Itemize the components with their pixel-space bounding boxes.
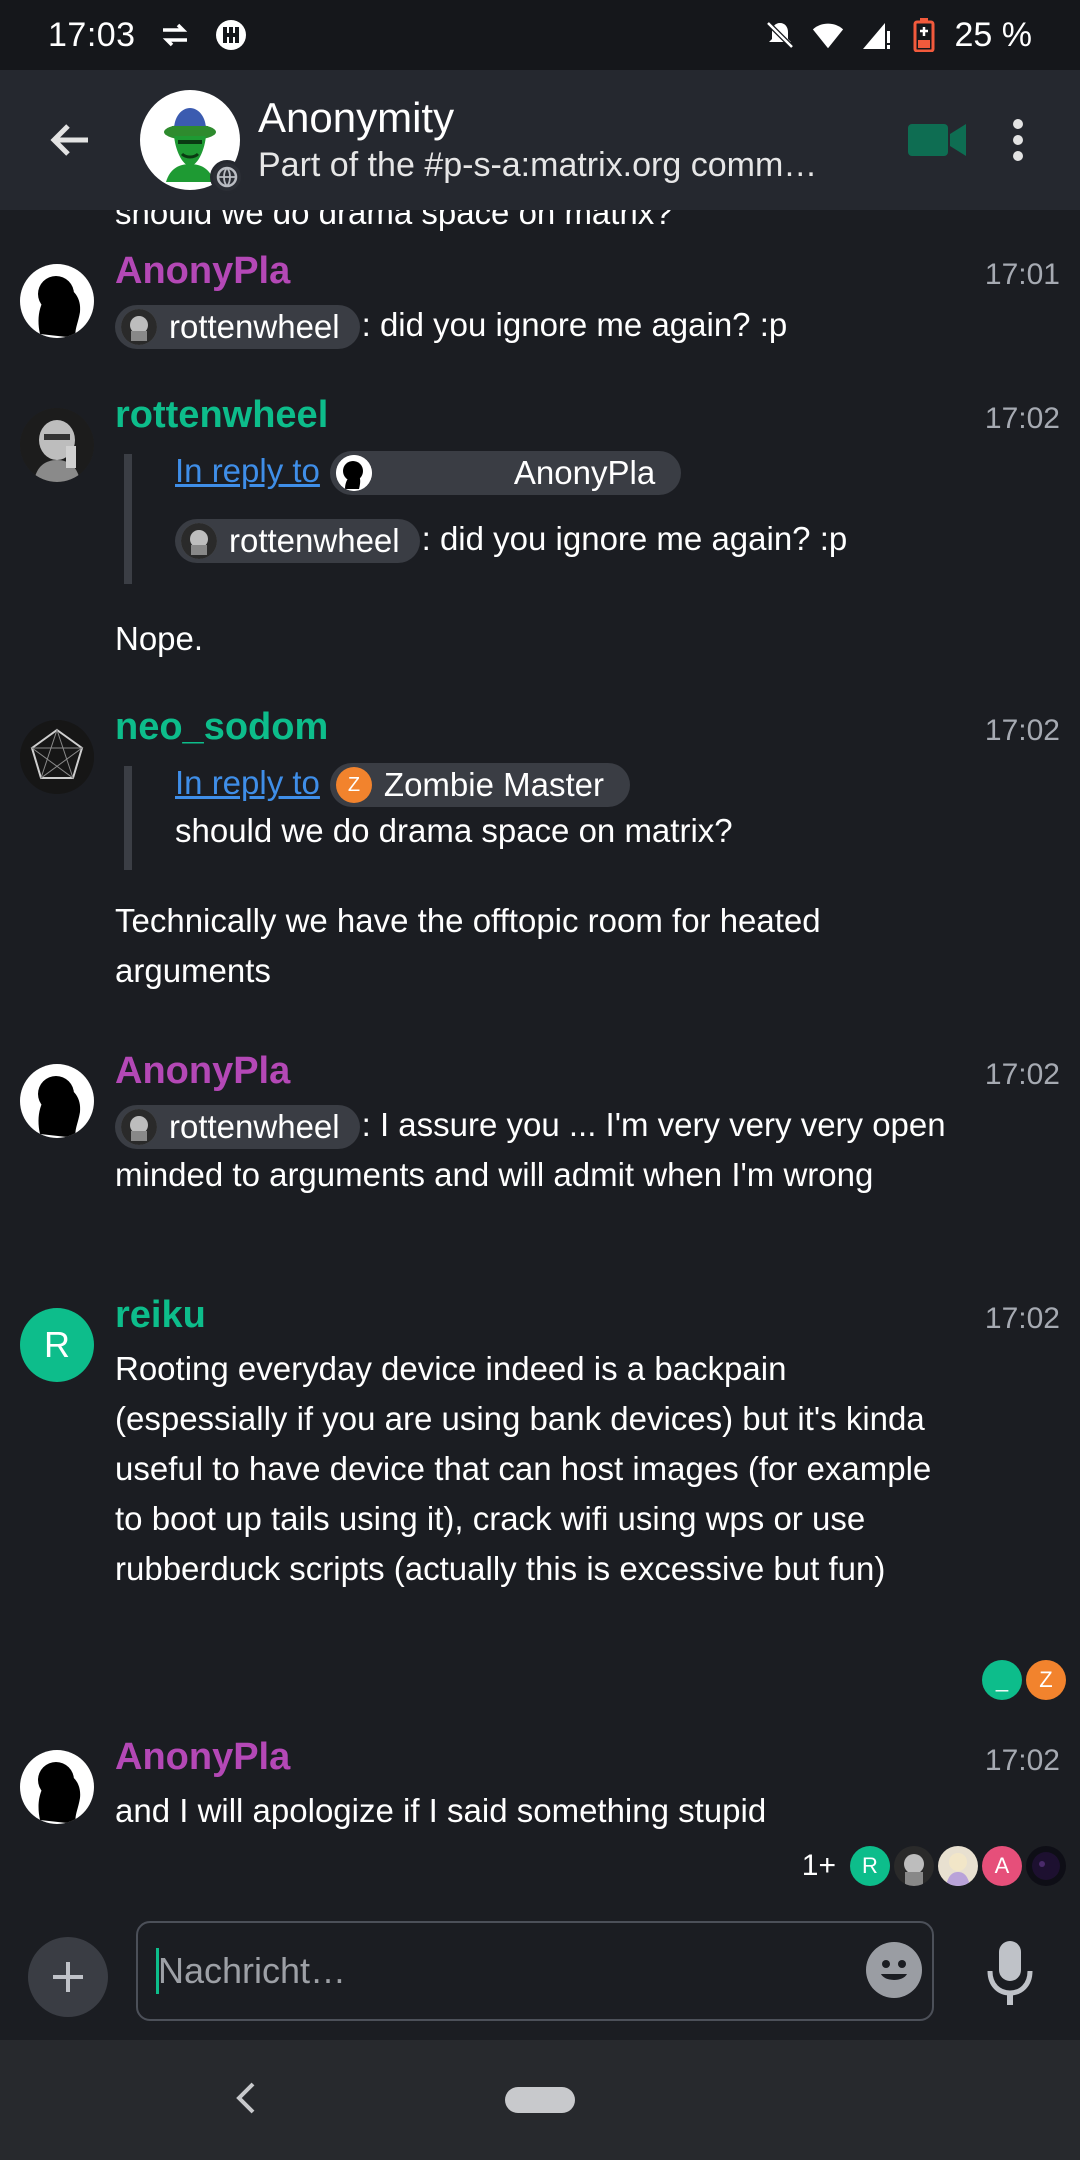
avatar	[335, 455, 372, 492]
room-topic: Part of the #p-s-a:matrix.org comm…	[258, 146, 818, 184]
message-time: 17:02	[984, 714, 1060, 747]
read-receipt-avatar: A	[982, 1846, 1022, 1886]
room-title-area[interactable]: Anonymity Part of the #p-s-a:matrix.org …	[258, 93, 868, 187]
avatar[interactable]	[20, 720, 94, 794]
voice-message-button[interactable]	[970, 1934, 1050, 2014]
system-back-button[interactable]	[215, 2068, 275, 2128]
avatar[interactable]	[20, 1750, 94, 1824]
message-time: 17:01	[984, 258, 1060, 291]
timeline[interactable]: should we do drama space on matrix? Anon…	[0, 210, 1080, 1910]
read-receipt-avatar	[894, 1846, 934, 1886]
microphone-icon	[987, 1941, 1033, 2005]
in-reply-to-link[interactable]: In reply to	[175, 452, 320, 489]
read-receipt-avatar: Z	[1026, 1660, 1066, 1700]
avatar	[121, 1109, 157, 1146]
read-receipt-avatar	[938, 1846, 978, 1886]
sender-name[interactable]: reiku	[115, 1294, 206, 1337]
app-notification-icon	[214, 18, 248, 52]
status-bar: 17:03 25 %	[0, 0, 1080, 70]
user-mention-pill[interactable]: rottenwheel	[115, 305, 360, 350]
avatar: Z	[335, 767, 372, 804]
more-options-button[interactable]	[978, 100, 1058, 180]
room-avatar[interactable]	[140, 90, 244, 194]
message-time: 17:02	[984, 1744, 1060, 1777]
reply-header: In reply to Z Zombie Master	[175, 758, 632, 808]
message-composer	[0, 1910, 1080, 2040]
read-receipts[interactable]: 1+ R A	[802, 1846, 1066, 1886]
message-time: 17:02	[984, 1058, 1060, 1091]
mention-name: rottenwheel	[169, 308, 340, 346]
avatar[interactable]: R	[20, 1308, 94, 1382]
reply-sender-pill[interactable]: Z Zombie Master	[329, 763, 630, 808]
read-receipt-avatar: _	[982, 1660, 1022, 1700]
text-cursor	[156, 1948, 159, 1994]
avatar	[121, 309, 157, 346]
message-time: 17:02	[984, 402, 1060, 435]
message-text: and I will apologize if I said something…	[115, 1792, 767, 1829]
message-input[interactable]	[136, 1921, 934, 2021]
wifi-icon	[811, 18, 845, 52]
message-text: Technically we have the offtopic room fo…	[115, 902, 821, 989]
system-home-pill[interactable]	[505, 2087, 575, 2113]
mention-name: rottenwheel	[229, 522, 400, 560]
avatar[interactable]	[20, 408, 94, 482]
reply-sender-name: Zombie Master	[383, 766, 604, 804]
emoji-smile-icon	[881, 1960, 907, 1980]
room-name: Anonymity	[258, 94, 455, 141]
read-receipt-avatar: R	[850, 1846, 890, 1886]
message-text: Nope.	[115, 620, 204, 657]
battery-percent: 25 %	[954, 15, 1033, 54]
reply-quote-bar	[124, 766, 132, 870]
cell-signal-icon	[859, 18, 893, 52]
data-transfer-icon	[158, 18, 192, 52]
reply-body: rottenwheel : did you ignore me again? :p	[175, 514, 847, 564]
attachment-button[interactable]	[28, 1937, 108, 2017]
read-receipts-more: 1+	[801, 1849, 836, 1882]
sender-name[interactable]: AnonyPla	[115, 1736, 290, 1779]
room-header: Anonymity Part of the #p-s-a:matrix.org …	[0, 70, 1080, 210]
chevron-left-icon	[236, 2082, 255, 2114]
mute-bell-icon	[763, 18, 797, 52]
message-time: 17:02	[984, 1302, 1060, 1335]
read-receipts[interactable]: _ Z	[982, 1660, 1066, 1700]
video-camera-icon	[908, 124, 966, 156]
sender-name[interactable]: neo_sodom	[115, 706, 328, 749]
message-text: : did you ignore me again? :p	[361, 306, 788, 343]
status-time: 17:03	[48, 15, 136, 54]
message-body: rottenwheel : did you ignore me again? :p	[115, 300, 965, 350]
battery-icon	[907, 18, 941, 52]
avatar[interactable]	[20, 264, 94, 338]
back-button[interactable]	[0, 70, 140, 210]
plus-icon	[53, 1962, 83, 1992]
emoji-button[interactable]	[866, 1942, 922, 1998]
mention-name: rottenwheel	[169, 1108, 340, 1146]
more-vert-icon	[1013, 119, 1023, 161]
reply-text: should we do drama space on matrix?	[175, 812, 733, 849]
avatar	[181, 523, 217, 560]
user-mention-pill[interactable]: rottenwheel	[175, 519, 420, 564]
read-receipt-avatar	[1026, 1846, 1066, 1886]
reply-sender-pill[interactable]: AnonyPla	[329, 451, 682, 496]
arrow-back-icon	[50, 124, 88, 156]
reply-header: In reply to AnonyPla	[175, 446, 683, 496]
sender-name[interactable]: AnonyPla	[115, 250, 290, 293]
reply-sender-name: AnonyPla	[513, 454, 656, 492]
reply-text: : did you ignore me again? :p	[421, 520, 848, 557]
globe-icon	[210, 160, 244, 194]
reply-quote-bar	[124, 454, 132, 584]
user-mention-pill[interactable]: rottenwheel	[115, 1105, 360, 1150]
system-navigation-bar	[0, 2040, 1080, 2160]
previous-message-text: should we do drama space on matrix?	[115, 210, 673, 231]
message-text: Rooting everyday device indeed is a back…	[115, 1350, 932, 1587]
message-body: rottenwheel: I assure you ... I'm very v…	[115, 1100, 965, 1200]
sender-name[interactable]: AnonyPla	[115, 1050, 290, 1093]
sender-name[interactable]: rottenwheel	[115, 394, 328, 437]
video-call-button[interactable]	[898, 100, 978, 180]
in-reply-to-link[interactable]: In reply to	[175, 764, 320, 801]
avatar[interactable]	[20, 1064, 94, 1138]
